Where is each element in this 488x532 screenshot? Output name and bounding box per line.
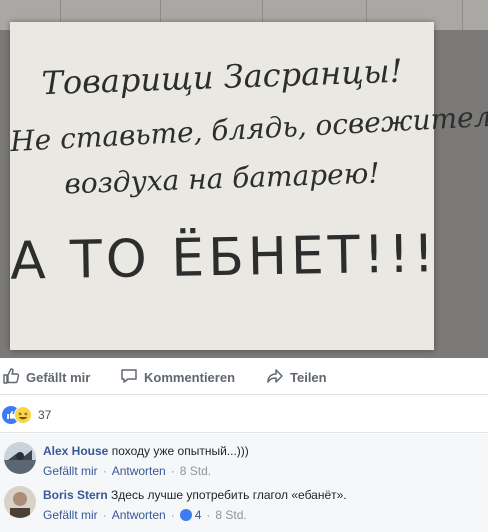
like-label: Gefällt mir bbox=[26, 370, 91, 385]
comment-like-icon bbox=[179, 509, 192, 521]
thumbs-up-icon bbox=[2, 367, 20, 388]
comment-reply-link[interactable]: Antworten bbox=[112, 464, 166, 478]
sign-line-2: Не ставьте, блядь, освежитель bbox=[9, 99, 488, 159]
sign-line-1: Товарищи Засранцы! bbox=[40, 51, 404, 103]
comment-like-link[interactable]: Gefällt mir bbox=[43, 508, 98, 522]
comment-timestamp[interactable]: 8 Std. bbox=[215, 508, 246, 522]
handwritten-sign: Товарищи Засранцы! Не ставьте, блядь, ос… bbox=[9, 22, 488, 350]
comment-author[interactable]: Alex House bbox=[43, 444, 108, 458]
sign-line-3: воздуха на батарею! bbox=[63, 156, 381, 201]
haha-icon bbox=[14, 406, 32, 424]
share-icon bbox=[266, 367, 284, 388]
comments-section: Alex House походу уже опытный...))) Gefä… bbox=[0, 434, 488, 532]
comment-button[interactable]: Kommentieren bbox=[120, 367, 235, 388]
comment-text: Здесь лучше употребить глагол «ебанёт». bbox=[111, 488, 347, 502]
sign-line-4: А ТО ЁБНЕТ!!! bbox=[9, 224, 439, 292]
comment-text: походу уже опытный...))) bbox=[111, 444, 249, 458]
comment-label: Kommentieren bbox=[144, 370, 236, 385]
share-label: Teilen bbox=[290, 370, 327, 385]
share-button[interactable]: Teilen bbox=[266, 367, 327, 388]
comment-timestamp[interactable]: 8 Std. bbox=[180, 464, 211, 478]
avatar[interactable] bbox=[4, 442, 36, 474]
avatar[interactable] bbox=[4, 486, 36, 518]
comment-like-count[interactable]: 4 bbox=[195, 508, 202, 522]
reaction-count: 37 bbox=[38, 408, 52, 422]
reactions-summary[interactable]: 37 bbox=[0, 398, 488, 433]
comment-like-link[interactable]: Gefällt mir bbox=[43, 464, 98, 478]
post-photo[interactable]: Товарищи Засранцы! Не ставьте, блядь, ос… bbox=[0, 0, 488, 358]
post-action-bar: Gefällt mir Kommentieren Teilen bbox=[0, 358, 488, 395]
like-button[interactable]: Gefällt mir bbox=[2, 367, 90, 388]
comment-reply-link[interactable]: Antworten bbox=[112, 508, 166, 522]
comment-author[interactable]: Boris Stern bbox=[43, 488, 108, 502]
comment-icon bbox=[120, 367, 138, 388]
